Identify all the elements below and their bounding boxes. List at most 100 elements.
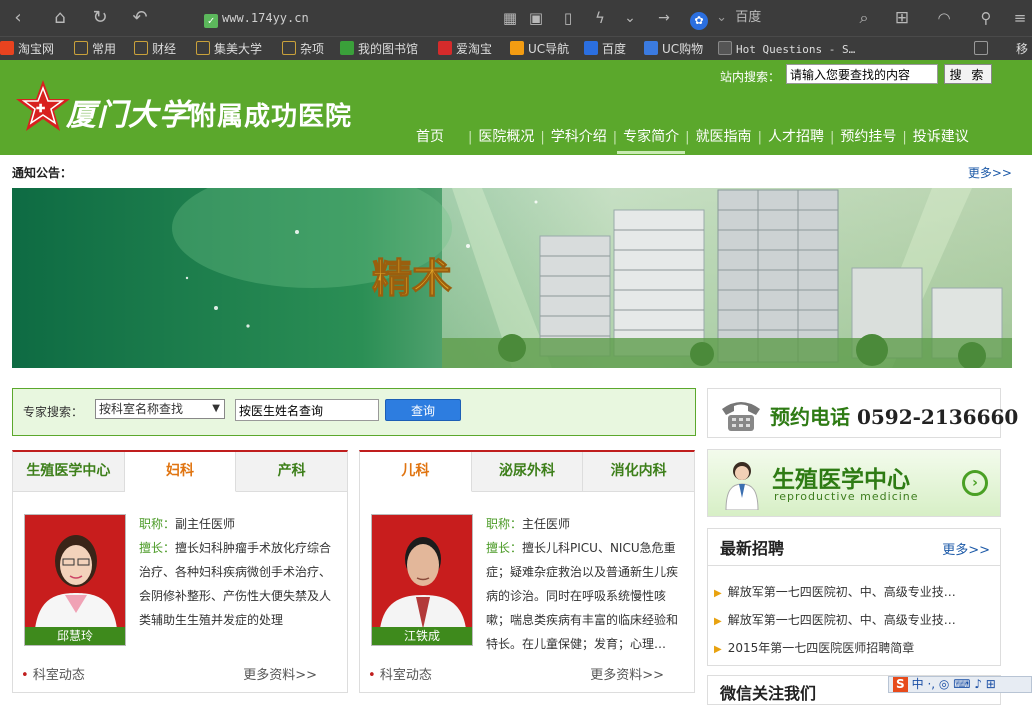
bookmark-baidu[interactable]: 百度: [584, 41, 626, 57]
doctor-info: 职称：主任医师 擅长：擅长儿科PICU、NICU急危重症；疑难杂症救治以及普通新…: [486, 512, 684, 656]
title-value: 副主任医师: [175, 517, 236, 531]
search-icon[interactable]: ⌕: [852, 6, 876, 30]
telephone-icon: [722, 402, 760, 431]
location-icon[interactable]: ⚲: [974, 6, 998, 30]
reproductive-center-banner[interactable]: 生殖医学中心 reproductive medicine ›: [707, 449, 1001, 517]
hero-banner[interactable]: 精术: [12, 188, 1012, 368]
nav-home[interactable]: 首页: [410, 127, 450, 149]
doctor-name-input[interactable]: [235, 399, 379, 421]
menu-icon[interactable]: ≡: [1008, 6, 1032, 30]
bookmark-hot-questions[interactable]: Hot Questions - S…: [718, 41, 855, 57]
nav-departments[interactable]: 学科介绍: [545, 127, 613, 149]
back-icon[interactable]: ‹: [6, 6, 30, 30]
cursor-icon: [644, 41, 658, 55]
tab-bar: 生殖医学中心 妇科 产科: [13, 452, 347, 492]
notice-label: 通知公告：: [12, 166, 73, 180]
uc-icon: [510, 41, 524, 55]
expert-search-bar: 专家搜索： 按科室名称查找 ▼ 查询: [12, 388, 696, 436]
bookmark-common[interactable]: 常用: [74, 41, 116, 57]
expert-search-label: 专家搜索：: [23, 405, 84, 419]
tab-urology[interactable]: 泌尿外科: [472, 452, 584, 491]
nav-appointment[interactable]: 预约挂号: [834, 127, 902, 149]
recruitment-item[interactable]: ▶ 2015年第一七四医院医师招聘简章: [714, 639, 994, 656]
doctor-info: 职称：副主任医师 擅长：擅长妇科肿瘤手术放化疗综合治疗、各种妇科疾病微创手术治疗…: [139, 512, 337, 632]
department-select[interactable]: 按科室名称查找 ▼: [95, 399, 225, 419]
query-button[interactable]: 查询: [385, 399, 461, 421]
bookmark-misc[interactable]: 杂项: [282, 41, 324, 57]
dropdown-arrow-icon: ▼: [212, 403, 220, 414]
bookmark-taobao[interactable]: 淘宝网: [0, 41, 54, 57]
bookmark-uc-shop[interactable]: UC购物: [644, 41, 703, 57]
doctor-specialty-row: 擅长：擅长儿科PICU、NICU急危重症；疑难杂症救治以及普通新生儿疾病的诊治。…: [486, 536, 684, 656]
site-search-input[interactable]: [786, 64, 938, 84]
triangle-bullet-icon: ▶: [714, 588, 722, 599]
cart-icon[interactable]: ⊞: [890, 6, 914, 30]
more-info-link[interactable]: 更多资料>>: [590, 664, 664, 683]
nav-guide[interactable]: 就医指南: [690, 127, 758, 149]
taobao-icon: [438, 41, 452, 55]
tab-obstetrics[interactable]: 产科: [236, 452, 347, 491]
tab-gastroenterology[interactable]: 消化内科: [583, 452, 694, 491]
search-engine-label: 百度: [735, 10, 762, 25]
home-icon[interactable]: ⌂: [48, 6, 72, 30]
dept-news-link[interactable]: 科室动态: [33, 668, 85, 683]
qr-icon[interactable]: ▦: [498, 6, 522, 30]
doctor-photo[interactable]: 江铁成: [371, 514, 473, 646]
title-label: 职称：: [486, 517, 523, 531]
panel-footer: • 科室动态 更多资料>>: [368, 664, 686, 683]
hospital-name[interactable]: 厦门大学附属成功医院: [66, 90, 352, 134]
chevron-down-icon[interactable]: ⌄: [618, 6, 642, 30]
bookmark-jimei[interactable]: 集美大学: [196, 41, 262, 57]
appointment-phone-box[interactable]: 预约电话 0592-2136660: [707, 388, 1018, 438]
site-header: ✚ 厦门大学附属成功医院 站内搜索： 搜 索 首页|医院概况|学科介绍|专家简介…: [0, 60, 1032, 155]
overflow-icon: [974, 41, 988, 55]
banner-slogan: 精术: [372, 255, 452, 302]
department-panel-right: 儿科 泌尿外科 消化内科 江铁成 职称：主任医师 擅长：擅长儿科PICU、NIC…: [359, 450, 695, 693]
recruitment-item[interactable]: ▶ 解放军第一七四医院初、中、高级专业技…: [714, 583, 994, 600]
doctor-photo[interactable]: 邱慧玲: [24, 514, 126, 646]
nav-experts[interactable]: 专家简介: [617, 127, 686, 154]
lightning-icon[interactable]: ϟ: [588, 6, 612, 30]
reproductive-subtitle: reproductive medicine: [774, 490, 919, 503]
more-info-link[interactable]: 更多资料>>: [243, 664, 317, 683]
arrow-right-icon[interactable]: ›: [962, 470, 988, 496]
tab-gynecology[interactable]: 妇科: [124, 452, 237, 492]
bookmarks-bar: 淘宝网 常用 财经 集美大学 杂项 我的图书馆 爱淘宝 UC导航 百度 UC购物…: [0, 36, 1032, 60]
refresh-icon[interactable]: ↻: [88, 6, 112, 30]
forward-icon[interactable]: →: [652, 6, 676, 30]
title-value: 主任医师: [522, 517, 571, 531]
taobao-icon: [0, 41, 14, 55]
nav-about[interactable]: 医院概况: [472, 127, 540, 149]
logo-star-icon: ✚: [16, 80, 70, 131]
bookmark-overflow-icon[interactable]: [974, 41, 992, 57]
folder-icon: [196, 41, 210, 55]
tab-pediatrics[interactable]: 儿科: [360, 452, 472, 492]
department-panel-left: 生殖医学中心 妇科 产科 邱慧玲 职称：副主任医师 擅长：擅长妇科肿瘤手术放化疗…: [12, 450, 348, 693]
svg-text:✚: ✚: [36, 102, 45, 115]
bookmark-more[interactable]: 移: [1016, 41, 1028, 57]
specialty-label: 擅长：: [139, 541, 176, 555]
dept-news-link[interactable]: 科室动态: [380, 668, 432, 683]
wifi-icon[interactable]: ◠: [932, 6, 956, 30]
nav-recruit[interactable]: 人才招聘: [762, 127, 830, 149]
bookmark-library[interactable]: 我的图书馆: [340, 41, 418, 57]
specialty-value: 擅长儿科PICU、NICU急危重症；疑难杂症救治以及普通新生儿疾病的诊治。同时在…: [486, 541, 679, 651]
reader-icon[interactable]: ▯: [556, 6, 580, 30]
site-search-button[interactable]: 搜 索: [944, 64, 992, 84]
browser-toolbar: ‹ ⌂ ↻ ↶ ✓ www.174yy.cn ▦ ▣ ▯ ϟ ⌄ → ✿ ⌄ 百度…: [0, 0, 1032, 36]
ime-toolbar[interactable]: S中 ·, ◎ ⌨ ♪ ⊞: [888, 676, 1032, 693]
recruitment-more-link[interactable]: 更多>>: [942, 539, 990, 558]
tab-reproductive[interactable]: 生殖医学中心: [13, 452, 125, 491]
folder-icon: [134, 41, 148, 55]
recruitment-item[interactable]: ▶ 解放军第一七四医院初、中、高级专业技…: [714, 611, 994, 628]
undo-icon[interactable]: ↶: [128, 6, 152, 30]
bookmark-uc-nav[interactable]: UC导航: [510, 41, 569, 57]
sogou-ime-icon: S: [893, 677, 908, 692]
folder-icon: [74, 41, 88, 55]
search-dropdown-icon[interactable]: ⌄: [716, 10, 727, 25]
bookmark-finance[interactable]: 财经: [134, 41, 176, 57]
notice-more-link[interactable]: 更多>>: [968, 164, 1012, 181]
nav-complaint[interactable]: 投诉建议: [907, 127, 975, 149]
screenshot-icon[interactable]: ▣: [524, 6, 548, 30]
bookmark-aitaobao[interactable]: 爱淘宝: [438, 41, 492, 57]
